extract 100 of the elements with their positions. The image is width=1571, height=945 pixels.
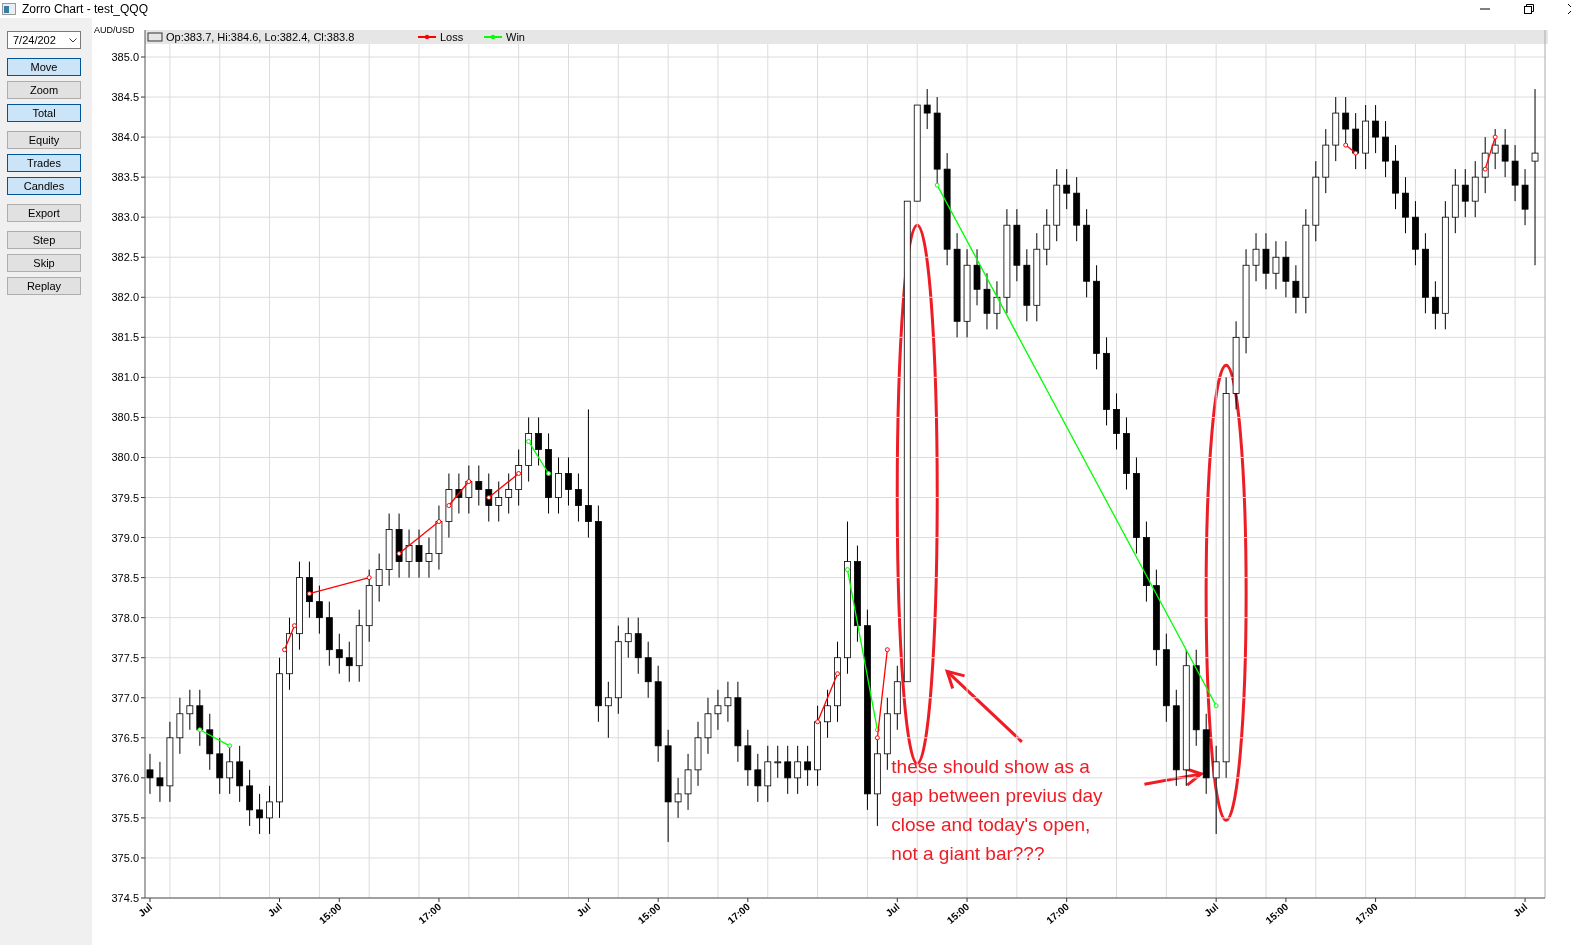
candlestick [1372,104,1379,154]
candlestick [236,745,244,803]
candlestick [1392,144,1399,210]
y-tick-label: 378.0 [111,611,139,624]
restore-icon[interactable] [1524,4,1534,14]
trade-line [396,519,442,557]
toolbar-button[interactable]: Move [7,58,81,76]
arrow [1144,766,1205,787]
candlestick [774,745,782,779]
toolbar-button[interactable]: Step [7,231,81,249]
candlestick [555,457,562,515]
candlestick [694,721,702,787]
toolbar-button[interactable]: Skip [7,254,81,272]
candlestick [266,785,273,835]
candlestick [1043,208,1051,266]
candlestick [1382,120,1389,178]
close-icon[interactable] [1568,4,1571,14]
y-tick-label: 379.0 [111,531,139,544]
y-tick-label: 376.5 [111,731,139,744]
candlestick [1292,264,1300,314]
x-tick-label: Jul [883,901,902,919]
candlestick [684,753,692,811]
y-tick-label: 377.5 [111,651,139,664]
candlestick [216,737,224,795]
candlestick [794,745,802,795]
candlestick [973,248,981,306]
candlestick [1282,240,1290,298]
candlestick [335,633,343,675]
candlestick [1352,112,1360,170]
toolbar-button[interactable]: Candles [7,177,81,195]
y-tick-label: 374.5 [111,892,139,904]
trade-line [446,479,472,509]
candlestick [475,465,483,507]
trade-line [282,623,297,653]
candlestick [186,689,194,731]
trade-line [486,471,522,500]
y-tick-label: 378.5 [111,571,139,584]
y-tick-label: 382.5 [111,251,139,264]
candlestick [565,457,572,507]
y-tick-label: 376.0 [111,771,139,784]
candlestick [316,585,323,635]
date-dropdown[interactable]: 7/24/202 [7,31,81,49]
candlestick [1262,232,1270,290]
candlestick [425,537,433,579]
candlestick [634,617,642,675]
candlestick [1521,168,1529,226]
x-tick-label: Jul [574,901,593,919]
candlestick [644,641,652,699]
toolbar-button[interactable]: Zoom [7,81,81,99]
toolbar-button[interactable]: Total [7,104,81,122]
candlestick [1402,176,1409,234]
x-tick-label: Jul [136,901,155,919]
candlestick [196,689,204,747]
candlestick [395,513,403,579]
trade-line [526,438,552,476]
toolbar-button[interactable]: Replay [7,277,81,295]
candlestick [525,416,533,482]
candlestick [704,697,712,755]
candlestick [465,465,473,515]
candlestick [1461,168,1469,218]
legend-text: Win [506,31,525,43]
y-tick-label: 384.0 [111,131,139,144]
candlestick [226,745,234,795]
candlestick [983,272,991,330]
candlestick [1451,168,1459,234]
candlestick [804,745,812,787]
y-tick-label: 384.5 [111,91,139,104]
candlestick [744,729,752,787]
x-tick-label: Jul [1202,901,1221,919]
candlestick [714,689,722,731]
candlestick [764,745,772,803]
toolbar-button[interactable]: Equity [7,131,81,149]
y-tick-label: 381.5 [111,331,139,344]
candlestick [345,641,353,683]
candlestick [1491,128,1499,170]
candlestick [505,473,513,515]
trade-line [197,727,233,749]
candlestick [575,473,582,523]
x-tick-label: Jul [1511,901,1530,919]
candlestick [604,681,612,739]
candlestick [1252,232,1260,282]
candlestick [495,481,503,523]
candlestick [206,713,214,771]
candlestick [1432,280,1439,330]
trade-line [306,575,372,597]
candlestick [405,529,413,579]
trade-line [1343,142,1359,156]
candlestick [375,553,383,603]
toolbar-button[interactable]: Trades [7,154,81,172]
y-tick-label: 385.0 [111,51,139,63]
app-icon [2,3,16,15]
y-tick-label: 380.0 [111,451,139,464]
candlestick [156,761,164,803]
toolbar-button[interactable]: Export [7,204,81,222]
candlestick [1511,144,1519,202]
candlestick [784,745,792,795]
trade-line [1482,134,1498,172]
legend-text: Loss [440,31,464,43]
y-tick-label: 380.5 [111,411,139,424]
x-tick-label: Jul [265,901,284,919]
